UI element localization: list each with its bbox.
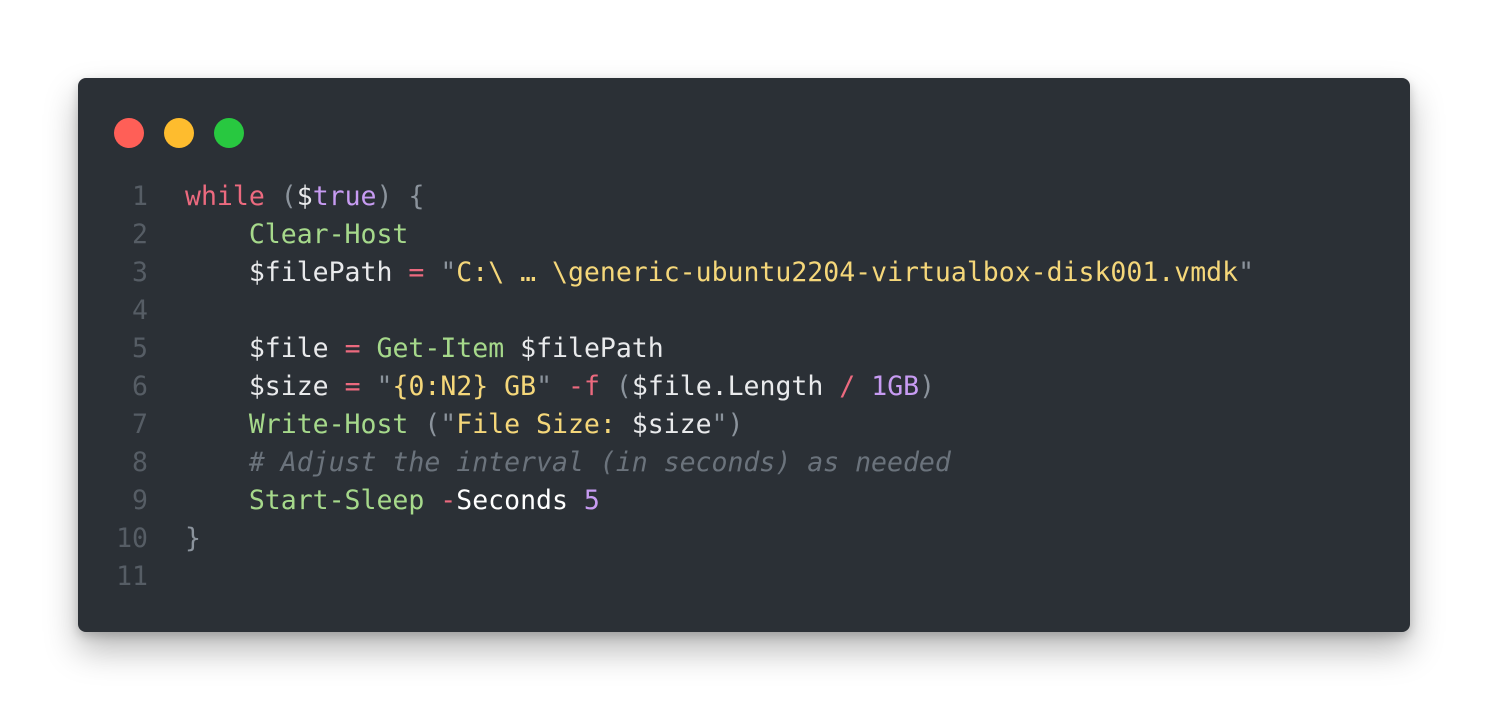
code-token: {: [408, 181, 425, 212]
line-number: 8: [132, 447, 148, 478]
line-content: Clear-Host: [185, 216, 409, 254]
code-token: $size: [248, 371, 329, 402]
code-line: 6 $size = "{0:N2} GB" -f ($file.Length /…: [78, 368, 1410, 406]
code-token: ": [1238, 257, 1255, 288]
code-line: 10}: [78, 520, 1410, 558]
zoom-dot-icon[interactable]: [214, 118, 244, 148]
code-token: Get-Item: [376, 333, 505, 364]
line-content: Start-Sleep -Seconds 5: [185, 482, 600, 520]
code-line: 2 Clear-Host: [78, 216, 1410, 254]
line-number: 2: [132, 219, 148, 250]
code-line: 8 # Adjust the interval (in seconds) as …: [78, 444, 1410, 482]
line-number: 1: [132, 181, 148, 212]
code-token: while: [185, 181, 265, 212]
code-line: 11: [78, 558, 1410, 596]
close-dot-icon[interactable]: [114, 118, 144, 148]
line-number: 9: [132, 485, 148, 516]
code-token: }: [185, 523, 201, 554]
line-content: }: [185, 520, 201, 558]
line-content: $filePath = "C:\ … \generic-ubuntu2204-v…: [185, 254, 1254, 292]
code-token: -f: [568, 371, 600, 402]
code-token: ": [440, 257, 457, 288]
code-line: 7 Write-Host ("File Size: $size"): [78, 406, 1410, 444]
line-content: $size = "{0:N2} GB" -f ($file.Length / 1…: [185, 368, 935, 406]
code-line: 9 Start-Sleep -Seconds 5: [78, 482, 1410, 520]
line-content: while ($true) {: [185, 178, 424, 216]
code-line: 4: [78, 292, 1410, 330]
code-token: File Size:: [456, 409, 632, 440]
code-token: =: [344, 371, 361, 402]
code-token: $size: [631, 409, 712, 440]
code-line: 5 $file = Get-Item $filePath: [78, 330, 1410, 368]
code-token: {0:N2} GB: [392, 371, 537, 402]
code-token: =: [344, 333, 361, 364]
code-editor[interactable]: 1 while ($true) {2 Clear-Host 3 $filePath …: [78, 178, 1410, 596]
code-token: ): [376, 181, 393, 212]
line-content: Write-Host ("File Size: $size"): [185, 406, 744, 444]
code-token: ": [536, 371, 553, 402]
code-token: $file: [248, 333, 329, 364]
code-token: Start-Sleep: [248, 485, 425, 516]
code-token: =: [408, 257, 425, 288]
code-token: 1GB: [871, 371, 920, 402]
line-number: 5: [132, 333, 148, 364]
minimize-dot-icon[interactable]: [164, 118, 194, 148]
line-content: $file = Get-Item $filePath: [185, 330, 664, 368]
code-token: C:\ … \generic-ubuntu2204-virtualbox-dis…: [456, 257, 1239, 288]
line-number: 4: [132, 295, 148, 326]
code-token: $filePath: [248, 257, 393, 288]
code-line: 3 $filePath = "C:\ … \generic-ubuntu2204…: [78, 254, 1410, 292]
code-token: ": [376, 371, 393, 402]
line-number: 3: [132, 257, 148, 288]
code-token: /: [839, 371, 856, 402]
line-number: 10: [116, 523, 148, 554]
code-token: Write-Host: [248, 409, 409, 440]
code-token: true: [312, 181, 377, 212]
line-number: 11: [116, 561, 148, 592]
code-window: 1 while ($true) {2 Clear-Host 3 $filePath …: [78, 78, 1410, 632]
line-number: 6: [132, 371, 148, 402]
code-token: Seconds: [456, 485, 568, 516]
line-content: # Adjust the interval (in seconds) as ne…: [185, 444, 951, 482]
code-token: -: [440, 485, 457, 516]
code-token: ): [919, 371, 936, 402]
code-token: $: [296, 181, 313, 212]
code-token: $file.Length: [631, 371, 824, 402]
code-token: (": [424, 409, 457, 440]
code-token: Clear-Host: [248, 219, 409, 250]
code-token: $filePath: [520, 333, 664, 364]
code-token: # Adjust the interval (in seconds) as ne…: [248, 447, 951, 478]
code-token: (: [280, 181, 297, 212]
code-line: 1 while ($true) {: [78, 178, 1410, 216]
code-token: 5: [583, 485, 600, 516]
line-number: 7: [132, 409, 148, 440]
code-token: "): [711, 409, 744, 440]
code-token: (: [615, 371, 632, 402]
